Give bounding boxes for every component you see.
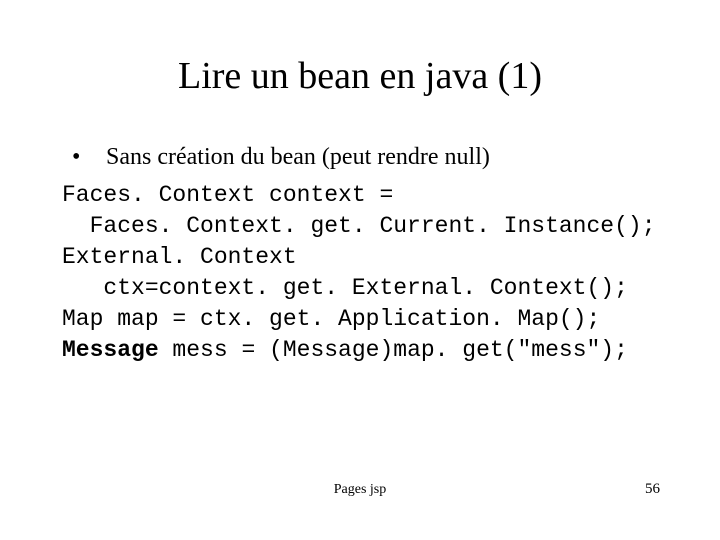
slide: Lire un bean en java (1) • Sans création… — [0, 0, 720, 540]
code-line-2: Faces. Context. get. Current. Instance()… — [62, 213, 656, 239]
code-line-6-rest: mess = (Message)map. get("mess"); — [159, 337, 628, 363]
slide-title: Lire un bean en java (1) — [0, 54, 720, 98]
code-line-1: Faces. Context context = — [62, 182, 407, 208]
code-line-3: External. Context — [62, 244, 310, 270]
bullet-marker: • — [72, 144, 100, 171]
bullet-item: • Sans création du bean (peut rendre nul… — [72, 144, 490, 171]
bullet-text: Sans création du bean (peut rendre null) — [106, 144, 490, 171]
code-line-6-bold: Message — [62, 337, 159, 363]
code-line-4: ctx=context. get. External. Context(); — [62, 275, 628, 301]
footer-label: Pages jsp — [0, 482, 720, 498]
page-number: 56 — [645, 481, 660, 498]
code-block: Faces. Context context = Faces. Context.… — [62, 180, 656, 366]
code-line-5: Map map = ctx. get. Application. Map(); — [62, 306, 600, 332]
